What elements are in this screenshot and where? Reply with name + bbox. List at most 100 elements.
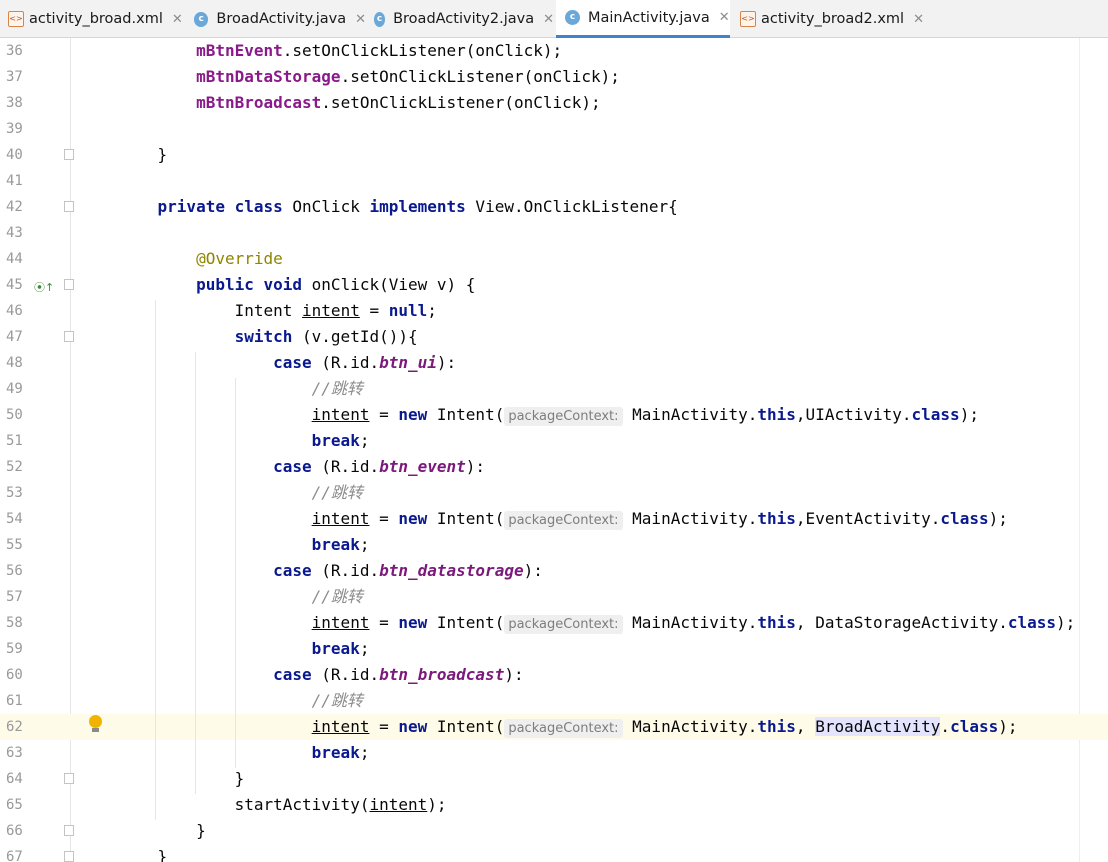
code-line[interactable]: 49 //跳转 — [0, 376, 1108, 402]
xml-file-icon: <> — [8, 11, 24, 27]
line-number: 42 — [6, 199, 23, 215]
code-token: (v.getId()){ — [292, 327, 418, 346]
code-token: , DataStorageActivity. — [795, 613, 1008, 632]
code-token: = — [369, 717, 399, 736]
code-token: Intent( — [427, 613, 505, 632]
code-token: this — [757, 405, 796, 424]
tab-broadactivity2-java[interactable]: c BroadActivity2.java ✕ — [374, 0, 554, 38]
fold-start-icon[interactable] — [64, 279, 74, 290]
code-token: break — [311, 535, 360, 554]
code-line[interactable]: 37 mBtnDataStorage.setOnClickListener(on… — [0, 64, 1108, 90]
code-text: mBtnEvent.setOnClickListener(onClick); — [119, 40, 562, 62]
code-line[interactable]: 55 break; — [0, 532, 1108, 558]
fold-end-icon[interactable] — [64, 149, 74, 160]
code-token: mBtnEvent — [196, 41, 283, 60]
code-line[interactable]: 42 private class OnClick implements View… — [0, 194, 1108, 220]
code-token: class — [940, 509, 989, 528]
code-line[interactable]: 46 Intent intent = null; — [0, 298, 1108, 324]
code-token: = — [369, 613, 399, 632]
code-line[interactable]: 53 //跳转 — [0, 480, 1108, 506]
close-icon[interactable]: ✕ — [543, 12, 554, 27]
line-number: 50 — [6, 407, 23, 423]
code-line[interactable]: 65 startActivity(intent); — [0, 792, 1108, 818]
code-line[interactable]: 44 @Override — [0, 246, 1108, 272]
close-icon[interactable]: ✕ — [913, 12, 924, 27]
tab-mainactivity-java[interactable]: c MainActivity.java ✕ — [556, 0, 730, 38]
code-line[interactable]: 52 case (R.id.btn_event): — [0, 454, 1108, 480]
code-line[interactable]: 67 } — [0, 844, 1108, 862]
code-token: mBtnBroadcast — [196, 93, 322, 112]
current-code-line[interactable]: 62 intent = new Intent(packageContext: M… — [0, 714, 1108, 740]
code-line[interactable]: 54 intent = new Intent(packageContext: M… — [0, 506, 1108, 532]
code-text: case (R.id.btn_ui): — [119, 352, 456, 374]
code-token: //跳转 — [311, 379, 363, 398]
code-line[interactable]: 47 switch (v.getId()){ — [0, 324, 1108, 350]
fold-end-icon[interactable] — [64, 825, 74, 836]
code-text: } — [119, 144, 168, 166]
code-text: } — [119, 846, 168, 862]
close-icon[interactable]: ✕ — [355, 12, 366, 27]
code-line[interactable]: 66 } — [0, 818, 1108, 844]
code-line[interactable]: 59 break; — [0, 636, 1108, 662]
code-token: MainActivity. — [622, 405, 758, 424]
override-method-icon[interactable]: ⦿↑ — [34, 279, 54, 295]
code-line[interactable]: 41 — [0, 168, 1108, 194]
code-token: .setOnClickListener(onClick); — [282, 41, 563, 60]
code-line[interactable]: 40 } — [0, 142, 1108, 168]
lightbulb-icon[interactable] — [89, 715, 102, 728]
fold-start-icon[interactable] — [64, 201, 74, 212]
line-number: 64 — [6, 771, 23, 787]
code-line[interactable]: 48 case (R.id.btn_ui): — [0, 350, 1108, 376]
code-line[interactable]: 64 } — [0, 766, 1108, 792]
code-line[interactable]: 58 intent = new Intent(packageContext: M… — [0, 610, 1108, 636]
code-token: case — [273, 353, 312, 372]
code-line[interactable]: 63 break; — [0, 740, 1108, 766]
code-token: intent — [311, 717, 370, 736]
code-text: private class OnClick implements View.On… — [119, 196, 678, 218]
tab-activity-broad2-xml[interactable]: <> activity_broad2.xml ✕ — [740, 0, 930, 38]
code-line[interactable]: 36 mBtnEvent.setOnClickListener(onClick)… — [0, 38, 1108, 64]
code-line[interactable]: 39 — [0, 116, 1108, 142]
tab-label: MainActivity.java — [588, 9, 710, 26]
fold-end-icon[interactable] — [64, 851, 74, 862]
class-icon: c — [374, 11, 386, 27]
code-token: (R.id. — [311, 561, 380, 580]
line-number: 38 — [6, 95, 23, 111]
code-token: (R.id. — [311, 353, 380, 372]
tab-broadactivity-java[interactable]: c BroadActivity.java ✕ — [194, 0, 366, 38]
close-icon[interactable]: ✕ — [719, 10, 730, 25]
code-token: ); — [988, 509, 1008, 528]
code-token: startActivity( — [119, 795, 370, 814]
code-line[interactable]: 50 intent = new Intent(packageContext: M… — [0, 402, 1108, 428]
code-text: Intent intent = null; — [119, 300, 437, 322]
code-line[interactable]: 45 public void onClick(View v) { — [0, 272, 1108, 298]
code-line[interactable]: 38 mBtnBroadcast.setOnClickListener(onCl… — [0, 90, 1108, 116]
code-token: switch — [234, 327, 293, 346]
code-token: onClick(View v) { — [302, 275, 476, 294]
fold-end-icon[interactable] — [64, 773, 74, 784]
code-text: switch (v.getId()){ — [119, 326, 418, 348]
code-line[interactable]: 61 //跳转 — [0, 688, 1108, 714]
line-number: 55 — [6, 537, 23, 553]
tab-activity-broad-xml[interactable]: <> activity_broad.xml ✕ — [8, 0, 186, 38]
code-line[interactable]: 43 — [0, 220, 1108, 246]
code-token: new — [398, 509, 428, 528]
code-token: .setOnClickListener(onClick); — [321, 93, 601, 112]
code-token: class — [950, 717, 999, 736]
code-text: break; — [119, 742, 370, 764]
code-line[interactable]: 60 case (R.id.btn_broadcast): — [0, 662, 1108, 688]
code-line[interactable]: 56 case (R.id.btn_datastorage): — [0, 558, 1108, 584]
line-number: 59 — [6, 641, 23, 657]
code-editor[interactable]: 36 mBtnEvent.setOnClickListener(onClick)… — [0, 38, 1108, 862]
code-text: public void onClick(View v) { — [119, 274, 475, 296]
close-icon[interactable]: ✕ — [172, 12, 183, 27]
code-line[interactable]: 51 break; — [0, 428, 1108, 454]
code-line[interactable]: 57 //跳转 — [0, 584, 1108, 610]
fold-start-icon[interactable] — [64, 331, 74, 342]
